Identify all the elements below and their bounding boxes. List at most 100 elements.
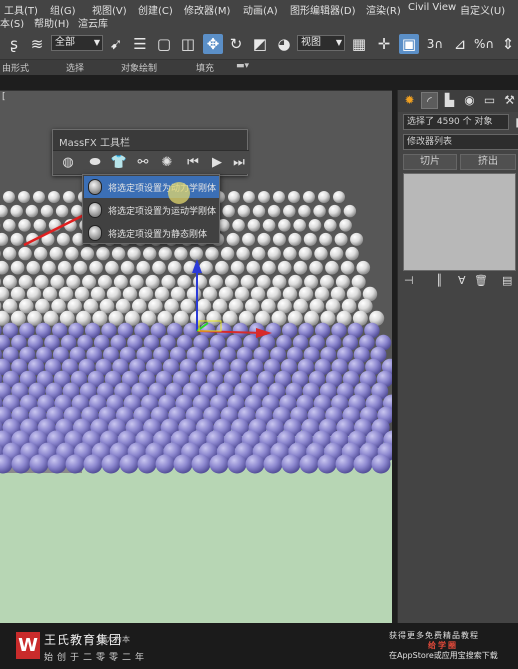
menu-item-dynamic-rigid-body[interactable]: 将选定项设置为动力学刚体 (84, 176, 219, 198)
remove-modifier-icon[interactable]: 🗑 (474, 272, 488, 290)
menu-bar: 工具(T) 组(G) 视图(V) 创建(C) 修改器(M) 动画(A) 图形编辑… (0, 0, 518, 30)
sphere (191, 454, 211, 474)
ribbon-tab-selection[interactable]: 选择 (66, 61, 84, 74)
sphere (345, 246, 359, 261)
menu-animation[interactable]: 动画(A) (243, 2, 278, 17)
sphere (145, 274, 160, 289)
sphere (73, 260, 88, 275)
sphere (29, 454, 49, 474)
sphere (246, 260, 261, 275)
link-icon[interactable]: ʂ (4, 34, 24, 54)
select-rotate-icon[interactable]: ↻ (226, 34, 246, 54)
select-object-icon[interactable]: ➹ (106, 34, 126, 54)
create-tab-icon[interactable]: ✹ (401, 92, 418, 109)
sphere (262, 260, 276, 275)
utilities-tab-icon[interactable]: ⚒ (501, 92, 518, 109)
menu-graph-editors[interactable]: 图形编辑器(D) (290, 2, 356, 17)
extrude-button[interactable]: 挤出 (460, 154, 516, 170)
sphere (262, 219, 276, 232)
ribbon-tab-freeform[interactable]: 由形式 (2, 61, 29, 74)
sphere (343, 204, 357, 218)
object-color-swatch[interactable]: ▮ (510, 114, 518, 131)
sphere (283, 246, 297, 261)
show-end-result-icon[interactable]: ║ (436, 272, 443, 290)
selection-filter-dropdown[interactable]: 全部 ▼ (51, 35, 103, 51)
pivot-center-icon[interactable]: ▦ (349, 34, 369, 54)
reference-coordinate-dropdown[interactable]: 视图 ▼ (297, 35, 345, 51)
select-by-name-icon[interactable]: ☰ (130, 34, 150, 54)
menu-rendering[interactable]: 渲染(R) (366, 2, 401, 17)
snap-toggle-icon[interactable]: 3∩ (425, 34, 445, 54)
menu-item-kinematic-rigid-body[interactable]: 将选定项设置为运动学刚体 (84, 199, 219, 221)
ribbon-bar: 由形式 选择 对象绘制 填充 ▬▾ (0, 60, 518, 75)
massfx-world-icon[interactable]: ◍ (58, 153, 78, 173)
motion-tab-icon[interactable]: ◉ (461, 92, 478, 109)
rect-selection-icon[interactable]: ▢ (154, 34, 174, 54)
sphere (55, 204, 69, 218)
sphere (243, 191, 255, 203)
massfx-toolbar-window[interactable]: MassFX 工具栏 ◍ ⬬ 👕 ⚯ ✺ ⏮ ▶ ⏭ (52, 129, 249, 176)
sphere (0, 260, 9, 275)
sphere (80, 246, 95, 261)
selection-name-field[interactable]: 选择了 4590 个 对象 (403, 114, 509, 130)
spinner-snap-icon[interactable]: ⇕ (498, 34, 518, 54)
sphere (18, 219, 31, 232)
sphere (40, 204, 54, 218)
ribbon-tab-populate[interactable]: 填充 (196, 61, 214, 74)
sphere (273, 191, 285, 203)
hierarchy-tab-icon[interactable]: ▙ (441, 92, 458, 109)
sphere (34, 274, 49, 289)
move-gizmo-icon[interactable]: ✛ (374, 34, 394, 54)
menu-item-static-rigid-body[interactable]: 将选定项设置为静态刚体 (84, 222, 219, 244)
ribbon-options-icon[interactable]: ▬▾ (236, 61, 249, 71)
sphere (304, 274, 319, 289)
menu-modifiers[interactable]: 修改器(M) (184, 2, 230, 17)
configure-modifier-sets-icon[interactable]: ▤ (502, 272, 512, 290)
modifier-stack-list[interactable] (403, 173, 516, 271)
sphere (272, 274, 287, 289)
sphere (283, 204, 296, 218)
sphere (96, 246, 110, 261)
window-crossing-icon[interactable]: ◫ (178, 34, 198, 54)
sphere (26, 286, 42, 302)
ribbon-tab-object-paint[interactable]: 对象绘制 (121, 61, 157, 74)
select-scale-icon[interactable]: ◩ (250, 34, 270, 54)
ragdoll-icon[interactable]: ✺ (157, 153, 177, 173)
sphere (314, 246, 328, 261)
placement-icon[interactable]: ◕ (274, 34, 294, 54)
bind-spacewarp-icon[interactable]: ≋ (27, 34, 47, 54)
sphere (353, 454, 373, 474)
menu-customize[interactable]: 自定义(U) (460, 2, 505, 17)
sphere (113, 274, 128, 289)
menu-civil-view[interactable]: Civil View (408, 2, 456, 13)
sphere (288, 232, 302, 246)
display-tab-icon[interactable]: ▭ (481, 92, 498, 109)
step-simulation-icon[interactable]: ⏭ (229, 153, 249, 173)
modifier-list-dropdown[interactable]: 修改器列表 (403, 134, 518, 150)
viewport-label: [ (2, 92, 6, 102)
sphere (329, 246, 344, 261)
slice-button[interactable]: 切片 (403, 154, 457, 170)
sphere (245, 454, 265, 474)
massfx-title: MassFX 工具栏 (59, 138, 130, 149)
sphere (0, 278, 1, 286)
sphere (19, 298, 34, 314)
menu-create[interactable]: 创建(C) (138, 2, 173, 17)
percent-snap-icon[interactable]: %∩ (474, 34, 494, 54)
sphere (83, 454, 103, 474)
select-move-icon[interactable]: ✥ (203, 34, 223, 54)
keyboard-shortcut-override-icon[interactable]: ▣ (399, 34, 419, 54)
angle-snap-icon[interactable]: ⊿ (450, 34, 470, 54)
modify-tab-icon[interactable]: ◜ (421, 92, 438, 109)
sphere (333, 191, 345, 203)
sphere (57, 260, 72, 275)
constraint-icon[interactable]: ⚯ (133, 153, 153, 173)
mouse-cursor-highlight (168, 182, 190, 204)
reset-simulation-icon[interactable]: ⏮ (183, 153, 203, 173)
mcloth-icon[interactable]: 👕 (109, 153, 129, 173)
pin-stack-icon[interactable]: ⊣ (404, 272, 414, 290)
rigid-body-icon[interactable]: ⬬ (85, 153, 105, 173)
play-simulation-icon[interactable]: ▶ (207, 153, 227, 173)
make-unique-icon[interactable]: ∀ (458, 272, 466, 290)
sphere (25, 204, 39, 218)
